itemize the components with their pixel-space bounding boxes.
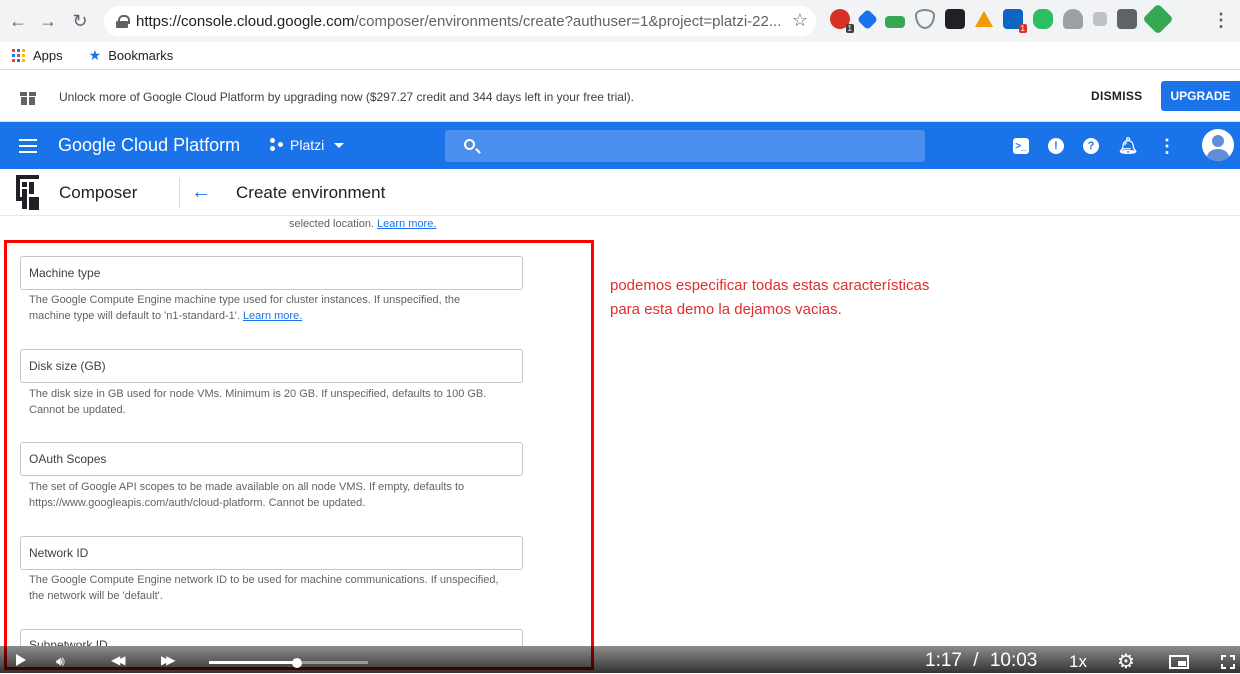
extension-icon[interactable]	[1117, 9, 1137, 29]
current-time: 1:17	[925, 650, 962, 671]
extension-icon[interactable]	[1033, 9, 1053, 29]
browser-toolbar: ← → ↻ https://console.cloud.google.com/c…	[0, 0, 1240, 42]
network-id-help: The Google Compute Engine network ID to …	[29, 574, 499, 602]
oauth-scopes-input[interactable]: OAuth Scopes	[20, 442, 523, 476]
hamburger-menu-icon[interactable]	[19, 139, 37, 153]
page-subheader: Composer ← Create environment	[0, 169, 1240, 216]
network-id-input[interactable]: Network ID	[20, 536, 523, 570]
address-bar[interactable]: https://console.cloud.google.com/compose…	[104, 6, 816, 36]
subnetwork-id-input[interactable]: Subnetwork ID	[20, 629, 523, 646]
volume-icon[interactable]: 🔊︎	[56, 653, 65, 670]
extension-icon[interactable]	[975, 11, 993, 27]
product-name: Composer	[59, 183, 138, 202]
learn-more-link[interactable]: Learn more.	[243, 310, 302, 322]
picture-in-picture-icon[interactable]	[1169, 655, 1189, 669]
page-title: Create environment	[236, 183, 386, 202]
field-placeholder: Network ID	[29, 546, 89, 560]
annotation-text: podemos especificar todas estas caracter…	[610, 274, 929, 322]
apps-grid-icon	[12, 48, 26, 63]
disk-size-input[interactable]: Disk size (GB)	[20, 349, 523, 383]
help-icon[interactable]: ?	[1083, 138, 1099, 154]
caret-down-icon	[334, 142, 345, 148]
bookmark-apps[interactable]: Apps	[12, 48, 63, 63]
notifications-bell-icon[interactable]: 🔔︎	[1118, 136, 1138, 156]
lock-icon	[116, 14, 130, 28]
avatar[interactable]	[1202, 129, 1234, 161]
dismiss-button[interactable]: DISMISS	[1091, 89, 1142, 103]
header-actions: >_ ! ? 🔔︎ ⋮	[1013, 136, 1177, 156]
project-dots-icon	[270, 138, 284, 152]
time-separator: /	[973, 650, 979, 671]
gcp-header: Google Cloud Platform Platzi >_ ! ? 🔔︎ ⋮	[0, 122, 1240, 169]
extension-icon[interactable]	[945, 9, 965, 29]
disk-size-help: The disk size in GB used for node VMs. M…	[29, 388, 487, 416]
progress-handle[interactable]	[292, 658, 302, 668]
project-selector[interactable]: Platzi	[270, 137, 345, 153]
field-placeholder: Subnetwork ID	[29, 638, 108, 646]
oauth-scopes-help: The set of Google API scopes to be made …	[29, 481, 465, 509]
annotation-line: para esta demo la dejamos vacias.	[610, 301, 842, 318]
extension-icon[interactable]	[915, 9, 935, 29]
duration: 10:03	[989, 650, 1038, 671]
bookmark-bookmarks[interactable]: ★ Bookmarks	[89, 47, 174, 64]
bookmark-label: Bookmarks	[108, 48, 174, 63]
extension-icon[interactable]: 1	[1003, 9, 1027, 33]
fast-forward-icon[interactable]: ▶▶	[161, 653, 176, 667]
upgrade-banner: Unlock more of Google Cloud Platform by …	[0, 71, 1240, 122]
extension-badge: 1	[1018, 24, 1027, 33]
field-placeholder: Disk size (GB)	[29, 359, 106, 373]
extension-icon[interactable]	[1093, 12, 1107, 26]
bookmark-star-icon[interactable]: ☆	[792, 10, 808, 31]
play-icon[interactable]	[16, 654, 26, 666]
cloud-shell-icon[interactable]: >_	[1013, 138, 1029, 154]
progress-buffered[interactable]	[302, 661, 368, 664]
field-placeholder: OAuth Scopes	[29, 452, 107, 466]
machine-type-help: The Google Compute Engine machine type u…	[29, 292, 499, 324]
learn-more-link[interactable]: Learn more.	[377, 218, 436, 230]
search-icon	[464, 139, 475, 150]
extension-icon[interactable]	[1063, 9, 1083, 29]
bookmarks-bar: Apps ★ Bookmarks	[0, 42, 1240, 70]
location-hint-text: selected location.	[289, 218, 374, 230]
upgrade-button[interactable]: UPGRADE	[1161, 81, 1240, 111]
star-icon: ★	[88, 47, 102, 63]
playback-speed[interactable]: 1x	[1069, 652, 1087, 672]
url-path: /composer/environments/create?authuser=1…	[354, 12, 782, 30]
banner-text: Unlock more of Google Cloud Platform by …	[59, 90, 634, 104]
back-arrow-icon[interactable]: ←	[191, 181, 211, 204]
field-placeholder: Machine type	[29, 266, 101, 280]
gift-icon	[20, 88, 36, 105]
extension-icon[interactable]: 1	[830, 9, 854, 33]
machine-type-input[interactable]: Machine type	[20, 256, 523, 290]
divider	[179, 178, 180, 208]
reload-icon[interactable]: ↻	[66, 7, 94, 35]
extension-icon[interactable]	[885, 16, 905, 28]
time-display: 1:17 / 10:03	[925, 650, 1037, 672]
bookmark-label: Apps	[33, 48, 63, 63]
extension-badge: 1	[845, 24, 854, 33]
location-hint: selected location. Learn more.	[289, 218, 436, 230]
extensions-row: 1 1	[830, 3, 1174, 35]
extension-icon[interactable]	[1142, 3, 1174, 35]
forward-icon[interactable]: →	[34, 7, 62, 35]
progress-played[interactable]	[209, 661, 297, 664]
composer-logo-icon	[16, 175, 39, 210]
url-host: https://console.cloud.google.com	[136, 12, 355, 30]
back-icon[interactable]: ←	[4, 7, 32, 35]
search-bar[interactable]	[445, 130, 925, 162]
feedback-icon[interactable]: !	[1048, 138, 1064, 154]
browser-menu-icon[interactable]: ⋮	[1212, 10, 1230, 31]
annotation-line: podemos especificar todas estas caracter…	[610, 277, 930, 294]
extension-icon[interactable]	[856, 8, 879, 30]
rewind-icon[interactable]: ◀◀	[111, 653, 126, 667]
fullscreen-icon[interactable]	[1221, 655, 1235, 669]
gcp-title[interactable]: Google Cloud Platform	[58, 135, 240, 156]
video-player-controls: 🔊︎ ◀◀ ▶▶ 1:17 / 10:03 1x ⚙	[0, 646, 1240, 673]
more-options-icon[interactable]: ⋮	[1157, 136, 1177, 156]
settings-gear-icon[interactable]: ⚙	[1117, 649, 1135, 674]
project-name: Platzi	[290, 137, 325, 153]
